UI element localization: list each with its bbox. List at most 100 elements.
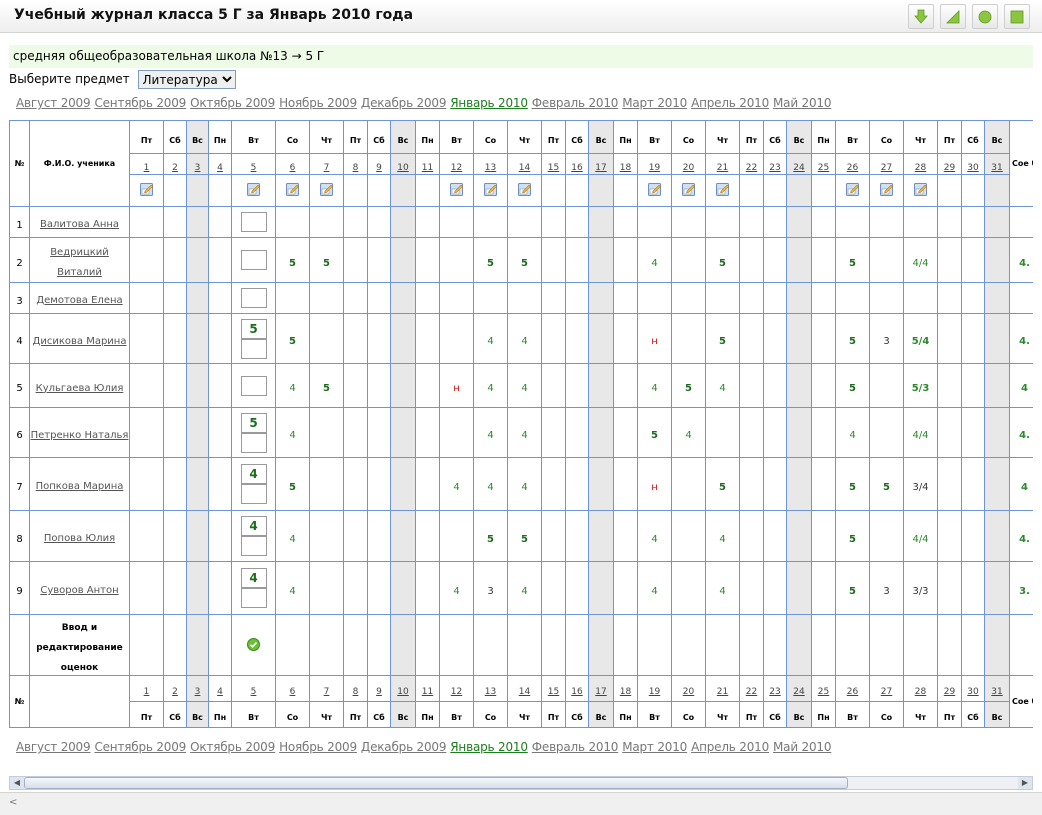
grade-mark[interactable]: 4 xyxy=(487,482,493,493)
grade-mark[interactable]: 4 xyxy=(719,534,725,545)
edit-lesson-icon[interactable] xyxy=(914,181,927,196)
grade-mark[interactable]: 5 xyxy=(849,482,856,493)
edit-lesson-icon[interactable] xyxy=(682,181,695,196)
day-number-link[interactable]: 4 xyxy=(217,687,223,697)
grade-mark[interactable]: 4/4 xyxy=(912,430,928,441)
day-number-link[interactable]: 22 xyxy=(746,687,757,697)
grade-input[interactable] xyxy=(240,484,267,504)
grade-mark[interactable]: 5 xyxy=(719,258,726,269)
day-number-link[interactable]: 1 xyxy=(144,687,150,697)
day-number-link[interactable]: 17 xyxy=(595,687,606,697)
day-number-link[interactable]: 21 xyxy=(717,163,728,173)
grade-mark[interactable]: 4 xyxy=(651,534,657,545)
day-number-link[interactable]: 29 xyxy=(944,687,955,697)
student-name-link[interactable]: Демотова Елена xyxy=(36,295,122,306)
grade-input[interactable]: 5 xyxy=(240,318,267,339)
subject-select[interactable]: Литература xyxy=(137,70,236,89)
day-number-link[interactable]: 26 xyxy=(847,687,858,697)
minimize-button[interactable] xyxy=(972,4,998,29)
grade-input[interactable] xyxy=(240,212,267,232)
grade-mark[interactable]: 4 xyxy=(487,336,493,347)
student-name-link[interactable]: Ведрицкий Виталий xyxy=(50,247,109,278)
grade-mark[interactable]: 5 xyxy=(685,383,692,394)
grade-mark[interactable]: 5 xyxy=(521,258,528,269)
day-number-link[interactable]: 3 xyxy=(195,163,201,173)
day-number-link[interactable]: 16 xyxy=(571,163,582,173)
grade-mark[interactable]: 4 xyxy=(453,586,459,597)
grade-mark[interactable]: н xyxy=(453,383,460,394)
day-number-link[interactable]: 1 xyxy=(144,163,150,173)
day-number-link[interactable]: 15 xyxy=(548,163,559,173)
day-number-link[interactable]: 23 xyxy=(769,163,780,173)
day-number-link[interactable]: 25 xyxy=(818,163,829,173)
day-number-link[interactable]: 9 xyxy=(376,687,382,697)
grade-mark[interactable]: 5 xyxy=(719,482,726,493)
grade-mark[interactable]: 4 xyxy=(289,586,295,597)
grade-mark[interactable]: 5 xyxy=(719,336,726,347)
grade-mark[interactable]: 3/3 xyxy=(912,586,928,597)
grade-mark[interactable]: 5/3 xyxy=(912,383,930,394)
day-number-link[interactable]: 24 xyxy=(793,163,804,173)
day-number-link[interactable]: 23 xyxy=(769,687,780,697)
grade-mark[interactable]: н xyxy=(651,482,658,493)
day-number-link[interactable]: 12 xyxy=(451,687,462,697)
grade-mark[interactable]: 5 xyxy=(849,258,856,269)
grade-mark[interactable]: 3 xyxy=(487,586,493,597)
day-number-link[interactable]: 7 xyxy=(324,687,330,697)
save-grades-icon[interactable] xyxy=(247,636,260,651)
day-number-link[interactable]: 15 xyxy=(548,687,559,697)
month-link[interactable]: Май 2010 xyxy=(773,740,831,754)
day-number-link[interactable]: 10 xyxy=(397,687,408,697)
student-name-link[interactable]: Попкова Марина xyxy=(36,481,124,492)
grade-mark[interactable]: 5 xyxy=(487,534,494,545)
scrollbar-thumb[interactable] xyxy=(24,777,848,789)
edit-lesson-icon[interactable] xyxy=(484,181,497,196)
day-number-link[interactable]: 30 xyxy=(967,687,978,697)
grade-input[interactable]: 4 xyxy=(240,464,267,484)
grade-mark[interactable]: 5 xyxy=(289,482,296,493)
day-number-link[interactable]: 31 xyxy=(991,163,1002,173)
grade-mark[interactable]: 5 xyxy=(323,383,330,394)
month-link[interactable]: Декабрь 2009 xyxy=(361,96,447,110)
day-number-link[interactable]: 19 xyxy=(649,163,660,173)
grade-mark[interactable]: 4/4 xyxy=(912,534,928,545)
month-link[interactable]: Ноябрь 2009 xyxy=(279,96,357,110)
grade-mark[interactable]: 5 xyxy=(849,586,856,597)
grade-mark[interactable]: 4 xyxy=(289,383,295,394)
grade-mark[interactable]: 5 xyxy=(883,482,890,493)
scroll-right-icon[interactable]: ▶ xyxy=(1018,777,1032,789)
grade-mark[interactable]: н xyxy=(651,336,658,347)
grade-mark[interactable]: 4 xyxy=(521,336,527,347)
day-number-link[interactable]: 24 xyxy=(793,687,804,697)
day-number-link[interactable]: 13 xyxy=(485,163,496,173)
month-link[interactable]: Сентябрь 2009 xyxy=(94,96,186,110)
horizontal-scrollbar[interactable]: ◀ ▶ xyxy=(9,776,1033,790)
month-link[interactable]: Февраль 2010 xyxy=(532,96,619,110)
grade-input[interactable] xyxy=(240,588,267,608)
day-number-link[interactable]: 5 xyxy=(251,687,257,697)
day-number-link[interactable]: 11 xyxy=(422,163,433,173)
grade-input[interactable] xyxy=(240,338,267,359)
grade-mark[interactable]: 3/4 xyxy=(912,482,928,493)
edit-lesson-icon[interactable] xyxy=(648,181,661,196)
scroll-left-icon[interactable]: ◀ xyxy=(10,777,24,789)
day-number-link[interactable]: 29 xyxy=(944,163,955,173)
edit-lesson-icon[interactable] xyxy=(880,181,893,196)
grade-mark[interactable]: 5 xyxy=(487,258,494,269)
edit-lesson-icon[interactable] xyxy=(247,181,260,196)
month-link[interactable]: Октябрь 2009 xyxy=(190,96,275,110)
month-link[interactable]: Декабрь 2009 xyxy=(361,740,447,754)
grade-mark[interactable]: 5 xyxy=(849,336,856,347)
grade-mark[interactable]: 4 xyxy=(849,430,855,441)
day-number-link[interactable]: 18 xyxy=(620,163,631,173)
day-number-link[interactable]: 18 xyxy=(620,687,631,697)
day-number-link[interactable]: 6 xyxy=(290,163,296,173)
edit-lesson-icon[interactable] xyxy=(320,181,333,196)
grade-input[interactable]: 4 xyxy=(240,516,267,536)
month-link[interactable]: Октябрь 2009 xyxy=(190,740,275,754)
grade-input[interactable]: 5 xyxy=(240,412,267,433)
grade-input[interactable] xyxy=(240,432,267,453)
grade-mark[interactable]: 4 xyxy=(487,430,493,441)
grade-mark[interactable]: 4 xyxy=(719,383,725,394)
day-number-link[interactable]: 17 xyxy=(595,163,606,173)
